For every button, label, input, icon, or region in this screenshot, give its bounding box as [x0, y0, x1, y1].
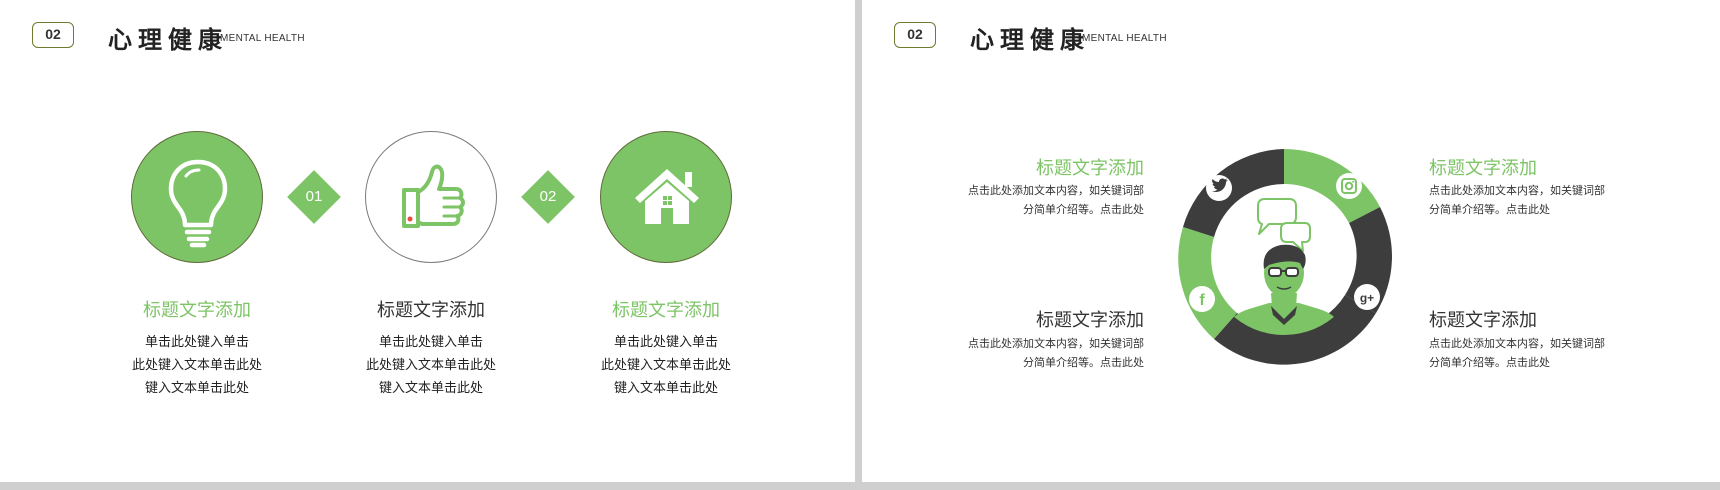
column-text-1: 单击此处键入单击 此处键入文本单击此处 键入文本单击此处	[97, 331, 297, 400]
column-text-2-line-3: 键入文本单击此处	[378, 381, 483, 396]
block-text-top-right: 点击此处添加文本内容，如关键词部 分简单介绍等。点击此处	[1429, 181, 1619, 219]
slide-left: 02 心理健康 MENTAL HEALTH 01 02 标题文字添加 单击此处键…	[0, 0, 855, 482]
lightbulb-circle	[131, 131, 263, 263]
section-number-badge: 02	[894, 22, 936, 48]
social-ring-graphic: f g+	[1178, 148, 1392, 365]
thumbs-up-circle	[365, 131, 497, 263]
column-text-2: 单击此处键入单击 此处键入文本单击此处 键入文本单击此处	[331, 331, 531, 400]
header-title: 心理健康	[970, 26, 1090, 54]
house-circle	[600, 131, 732, 263]
header-title: 心理健康	[108, 26, 228, 54]
block-text-top-right-line-2: 分简单介绍等。点击此处	[1429, 203, 1550, 216]
facebook-icon: f	[1189, 286, 1215, 312]
column-text-3-line-2: 此处键入文本单击此处	[600, 358, 731, 373]
column-text-3: 单击此处键入单击 此处键入文本单击此处 键入文本单击此处	[566, 331, 766, 400]
twitter-icon	[1206, 175, 1232, 201]
column-text-1-line-2: 此处键入文本单击此处	[131, 358, 262, 373]
column-text-2-line-1: 单击此处键入单击	[378, 335, 483, 350]
block-text-bottom-left: 点击此处添加文本内容，如关键词部 分简单介绍等。点击此处	[954, 334, 1144, 372]
section-number-badge: 02	[32, 22, 74, 48]
header-subtitle: MENTAL HEALTH	[1082, 33, 1167, 44]
speech-bubbles-icon	[1257, 198, 1311, 252]
block-title-bottom-left: 标题文字添加	[1036, 310, 1144, 331]
block-text-top-right-line-1: 点击此处添加文本内容，如关键词部	[1429, 184, 1605, 197]
block-text-bottom-left-line-2: 分简单介绍等。点击此处	[1023, 356, 1144, 369]
column-title-3: 标题文字添加	[612, 300, 720, 321]
column-title-2: 标题文字添加	[377, 300, 485, 321]
column-text-3-line-3: 键入文本单击此处	[613, 381, 718, 396]
column-title-1: 标题文字添加	[143, 300, 251, 321]
thumbs-up-icon	[402, 164, 465, 228]
column-text-2-line-2: 此处键入文本单击此处	[365, 358, 496, 373]
google-plus-icon: g+	[1354, 284, 1380, 310]
block-text-top-left-line-1: 点击此处添加文本内容，如关键词部	[968, 184, 1144, 197]
column-text-3-line-1: 单击此处键入单击	[613, 335, 718, 350]
block-title-bottom-right: 标题文字添加	[1429, 310, 1537, 331]
block-text-bottom-right: 点击此处添加文本内容，如关键词部 分简单介绍等。点击此处	[1429, 334, 1619, 372]
slide-right: 02 心理健康 MENTAL HEALTH f g+ 标题文字添加 点击此处添加…	[862, 0, 1720, 482]
ring-segment-top-right	[1284, 148, 1380, 223]
block-text-bottom-left-line-1: 点击此处添加文本内容，如关键词部	[968, 337, 1144, 350]
column-text-1-line-3: 键入文本单击此处	[144, 381, 249, 396]
house-icon	[635, 169, 699, 224]
block-text-bottom-right-line-1: 点击此处添加文本内容，如关键词部	[1429, 337, 1605, 350]
step-number-1: 01	[305, 188, 323, 205]
column-text-1-line-1: 单击此处键入单击	[144, 335, 249, 350]
lightbulb-icon	[168, 159, 228, 248]
block-title-top-right: 标题文字添加	[1429, 158, 1537, 179]
block-text-top-left-line-2: 分简单介绍等。点击此处	[1023, 203, 1144, 216]
facebook-glyph: f	[1199, 292, 1205, 309]
ring-segment-left	[1178, 227, 1237, 339]
block-text-bottom-right-line-2: 分简单介绍等。点击此处	[1429, 356, 1550, 369]
block-title-top-left: 标题文字添加	[1036, 158, 1144, 179]
instagram-icon	[1336, 173, 1362, 199]
block-text-top-left: 点击此处添加文本内容，如关键词部 分简单介绍等。点击此处	[954, 181, 1144, 219]
step-number-2: 02	[539, 188, 557, 205]
google-plus-glyph: g+	[1360, 291, 1374, 305]
header-subtitle: MENTAL HEALTH	[220, 33, 305, 44]
